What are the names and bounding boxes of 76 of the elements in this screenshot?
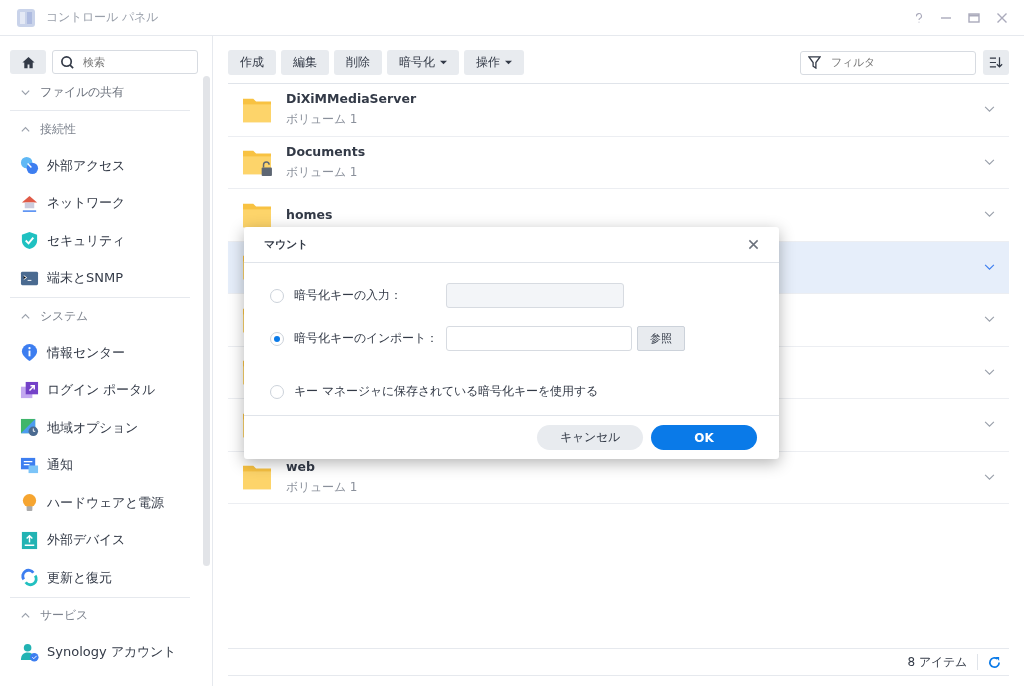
section-header[interactable]: サービス	[10, 597, 190, 634]
sidebar-item[interactable]: Synology アカウント	[10, 633, 190, 671]
info-icon	[20, 343, 39, 363]
sort-icon	[989, 56, 1003, 69]
dropdown-button[interactable]: 操作	[464, 50, 524, 75]
arrow-window-icon	[20, 380, 39, 400]
folder-row[interactable]: Documents ボリューム 1	[228, 136, 1009, 189]
toolbar-button[interactable]: 編集	[281, 50, 329, 75]
refresh-icon[interactable]	[988, 655, 1001, 669]
chevron-down-icon[interactable]	[984, 316, 995, 324]
item-count: 8 アイテム	[907, 653, 967, 671]
sidebar-item[interactable]: セキュリティ	[10, 222, 190, 260]
filter-icon	[808, 55, 821, 69]
volume-label: ボリューム 1	[286, 111, 359, 129]
toolbar-button[interactable]: 削除	[334, 50, 382, 75]
lightbulb-icon	[20, 493, 39, 513]
folder-name: Documents	[286, 143, 367, 159]
option-label: 暗号化キーのインポート：	[294, 330, 439, 347]
chevron-down-icon[interactable]	[984, 473, 995, 481]
chat-icon	[20, 455, 39, 475]
sidebar-item[interactable]: 外部アクセス	[10, 147, 190, 185]
chevron-down-icon[interactable]	[984, 421, 995, 429]
help-icon[interactable]	[914, 11, 924, 24]
sort-button[interactable]	[983, 50, 1009, 75]
toolbar-button[interactable]: 作成	[228, 50, 276, 75]
option-label: キー マネージャに保存されている暗号化キーを使用する	[294, 383, 598, 400]
volume-label: ボリューム 1	[286, 478, 359, 496]
volume-label: ボリューム 1	[286, 163, 359, 181]
chevron-down-icon[interactable]	[984, 158, 995, 166]
folder-name: homes	[286, 207, 334, 223]
sidebar-item[interactable]: 通知	[10, 446, 190, 484]
link-icon	[20, 156, 39, 176]
house-icon	[20, 193, 39, 213]
home-icon	[20, 54, 36, 70]
chevron-up-icon	[20, 610, 31, 621]
chevron-down-icon[interactable]	[984, 368, 995, 376]
close-icon[interactable]	[748, 239, 759, 250]
maximize-icon[interactable]	[968, 11, 980, 24]
chevron-down-icon[interactable]	[984, 106, 995, 114]
search-icon	[60, 55, 75, 70]
sidebar-item[interactable]: ネットワーク	[10, 184, 190, 222]
chevron-down-icon[interactable]	[984, 211, 995, 219]
map-clock-icon	[20, 418, 39, 438]
sidebar-item[interactable]: 地域オプション	[10, 409, 190, 447]
sidebar-item[interactable]: 端末とSNMP	[10, 259, 190, 297]
section-header[interactable]: ファイルの共有	[10, 74, 190, 110]
scrollbar[interactable]	[203, 76, 210, 566]
cancel-button[interactable]: キャンセル	[537, 425, 643, 450]
sidebar-item[interactable]: 更新と復元	[10, 559, 190, 597]
ok-button[interactable]: OK	[651, 425, 757, 450]
search-field[interactable]: 検索	[52, 50, 198, 74]
close-icon[interactable]	[996, 11, 1008, 24]
caret-icon	[440, 59, 447, 66]
section-header[interactable]: 接続性	[10, 111, 190, 147]
key-file-field[interactable]	[446, 326, 632, 351]
sidebar-item[interactable]: ログイン ポータル	[10, 371, 190, 409]
upload-icon	[20, 530, 39, 550]
dropdown-button[interactable]: 暗号化	[387, 50, 459, 75]
user-check-icon	[20, 642, 39, 662]
caret-icon	[505, 59, 512, 66]
folder-row[interactable]: DiXiMMediaServer ボリューム 1	[228, 84, 1009, 137]
sidebar-item[interactable]: 情報センター	[10, 334, 190, 372]
home-button[interactable]	[10, 50, 46, 74]
filter-field[interactable]: フィルタ	[800, 50, 976, 75]
sidebar-item[interactable]: 外部デバイス	[10, 521, 190, 559]
folder-name: web	[286, 458, 316, 474]
section-header[interactable]: システム	[10, 298, 190, 334]
sync-icon	[20, 568, 39, 588]
sidebar-item[interactable]: ハードウェアと電源	[10, 484, 190, 522]
shield-icon	[20, 231, 39, 251]
app-icon	[16, 7, 36, 28]
option-label: 暗号化キーの入力：	[294, 287, 403, 304]
folder-name: DiXiMMediaServer	[286, 91, 418, 107]
browse-button[interactable]: 参照	[637, 326, 685, 351]
window-title: コントロール パネル	[46, 9, 158, 26]
chevron-down-icon[interactable]	[984, 263, 995, 271]
